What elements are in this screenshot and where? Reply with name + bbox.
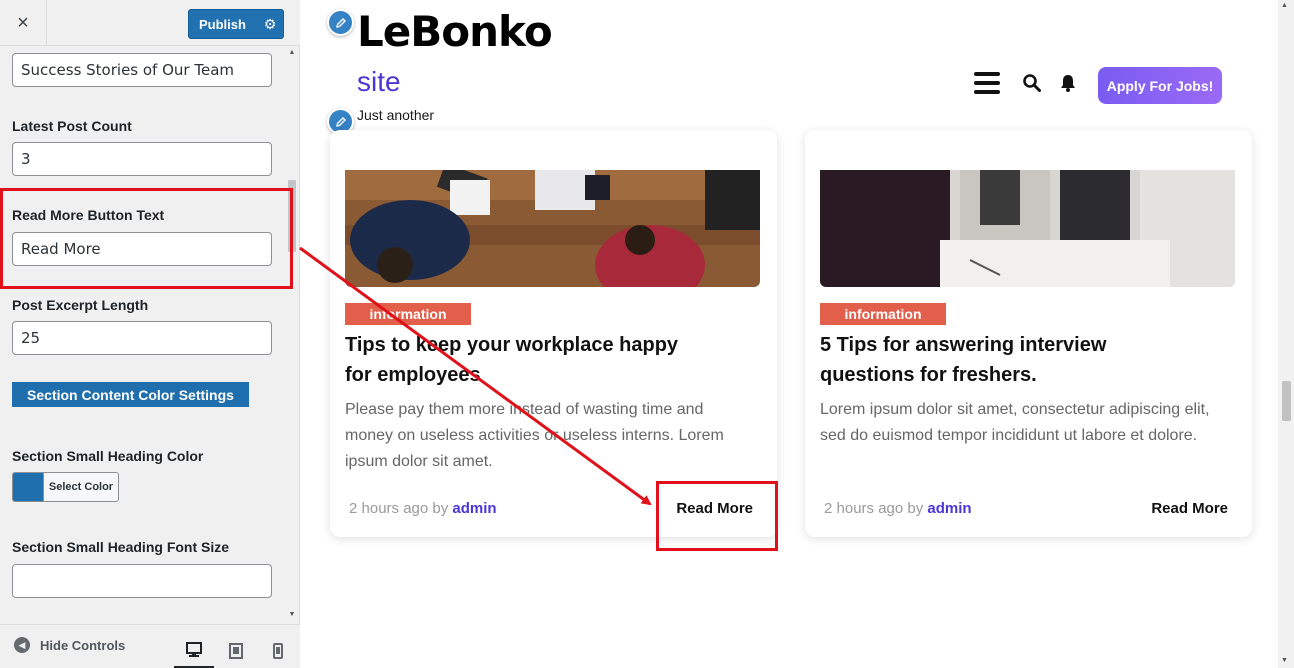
category-badge[interactable]: information xyxy=(820,303,946,325)
post-image[interactable] xyxy=(345,170,760,287)
post-meta: 2 hours ago by admin xyxy=(824,500,972,517)
color-swatch xyxy=(13,473,43,501)
select-color-label: Select Color xyxy=(43,473,118,501)
excerpt-length-label: Post Excerpt Length xyxy=(12,297,149,313)
desktop-icon[interactable] xyxy=(174,633,214,668)
preview-scrollbar[interactable]: ▲ ▼ xyxy=(1278,0,1294,668)
close-icon[interactable]: × xyxy=(0,0,47,46)
section-heading-input[interactable]: Success Stories of Our Team xyxy=(12,53,272,87)
content-color-settings-heading: Section Content Color Settings xyxy=(12,382,249,407)
publish-button[interactable]: Publish ⚙ xyxy=(188,9,284,39)
collapse-icon: ◀ xyxy=(14,637,30,653)
hide-controls-label: Hide Controls xyxy=(40,637,126,653)
menu-icon[interactable] xyxy=(974,72,1000,94)
post-excerpt: Please pay them more instead of wasting … xyxy=(345,401,724,470)
post-card: information 5 Tips for answering intervi… xyxy=(805,130,1252,537)
publish-label: Publish xyxy=(199,16,246,32)
apply-for-jobs-button[interactable]: Apply For Jobs! xyxy=(1098,67,1222,104)
annotation-highlight-field xyxy=(0,188,293,289)
scroll-down-icon[interactable]: ▼ xyxy=(1281,657,1288,664)
post-author-link[interactable]: admin xyxy=(452,500,496,517)
annotation-highlight-read-more xyxy=(656,481,778,551)
scrollbar-thumb[interactable] xyxy=(1282,381,1291,421)
post-excerpt: Lorem ipsum dolor sit amet, consectetur … xyxy=(820,401,1210,444)
gear-icon[interactable]: ⚙ xyxy=(257,16,283,33)
post-title[interactable]: 5 Tips for answering interview questions… xyxy=(820,330,1180,390)
small-heading-font-size-input[interactable] xyxy=(12,564,272,598)
customizer-sidebar: × Publish ⚙ Success Stories of Our Team … xyxy=(0,0,300,668)
scroll-up-icon[interactable]: ▲ xyxy=(286,49,298,56)
site-title[interactable]: LeBonko xyxy=(357,7,553,56)
sidebar-footer: ◀ Hide Controls xyxy=(0,624,300,668)
post-author-link[interactable]: admin xyxy=(927,500,971,517)
excerpt-length-input[interactable]: 25 xyxy=(12,321,272,355)
sidebar-header: × Publish ⚙ xyxy=(0,0,300,46)
search-icon[interactable] xyxy=(1022,73,1042,98)
scroll-down-icon[interactable]: ▼ xyxy=(286,611,298,618)
post-time: 2 hours ago by xyxy=(349,500,453,517)
site-title-line2[interactable]: site xyxy=(357,66,401,98)
sidebar-scrollbar[interactable]: ▲ ▼ xyxy=(286,46,298,631)
bell-icon[interactable] xyxy=(1059,73,1077,98)
category-badge[interactable]: information xyxy=(345,303,471,325)
sidebar-controls: Success Stories of Our Team Latest Post … xyxy=(0,46,300,631)
small-heading-color-label: Section Small Heading Color xyxy=(12,448,204,464)
latest-post-count-label: Latest Post Count xyxy=(12,118,132,134)
post-time: 2 hours ago by xyxy=(824,500,928,517)
select-color-button[interactable]: Select Color xyxy=(12,472,119,502)
post-image[interactable] xyxy=(820,170,1235,287)
post-meta: 2 hours ago by admin xyxy=(349,500,497,517)
latest-post-count-input[interactable]: 3 xyxy=(12,142,272,176)
read-more-link[interactable]: Read More xyxy=(1151,500,1228,517)
hide-controls-button[interactable]: ◀ Hide Controls xyxy=(14,637,125,653)
site-preview: LeBonko site Just another WordPress site… xyxy=(300,0,1294,668)
edit-title-pencil-icon[interactable] xyxy=(327,9,354,36)
scroll-up-icon[interactable]: ▲ xyxy=(1281,2,1288,9)
mobile-icon[interactable] xyxy=(258,633,298,668)
post-title[interactable]: Tips to keep your workplace happy for em… xyxy=(345,330,705,390)
small-heading-font-size-label: Section Small Heading Font Size xyxy=(12,539,230,555)
tablet-icon[interactable] xyxy=(216,633,256,668)
post-card: information Tips to keep your workplace … xyxy=(330,130,777,537)
